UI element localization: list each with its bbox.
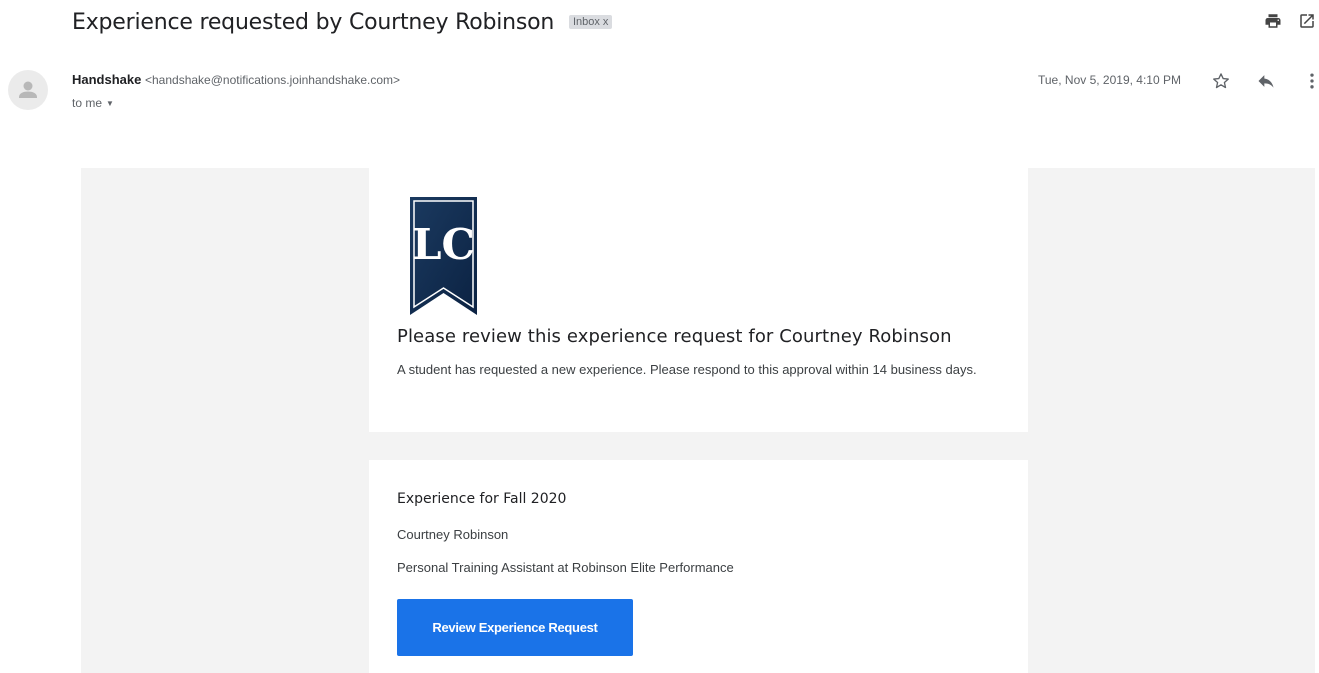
experience-title: Experience for Fall 2020 [397,491,567,507]
subject-text: Experience requested by Courtney Robinso… [72,10,555,35]
sender-info: Handshake <handshake@notifications.joinh… [72,72,400,87]
avatar[interactable] [8,70,48,110]
school-logo: LC [410,197,477,315]
sender-name[interactable]: Handshake [72,72,141,87]
caret-down-icon: ▼ [106,99,114,108]
experience-position: Personal Training Assistant at Robinson … [397,560,734,575]
request-title: Please review this experience request fo… [397,326,952,347]
star-icon[interactable] [1211,71,1231,91]
email-date: Tue, Nov 5, 2019, 4:10 PM [1038,73,1181,87]
email-subject: Experience requested by Courtney Robinso… [72,10,613,35]
printer-icon[interactable] [1264,12,1282,30]
avatar-icon [19,81,37,98]
remove-label-button[interactable]: x [603,16,609,28]
student-name: Courtney Robinson [397,527,509,542]
inbox-label-chip[interactable]: Inbox x [568,15,613,29]
request-description: A student has requested a new experience… [397,362,977,377]
recipient-details-toggle[interactable]: to me ▼ [72,96,114,110]
reply-icon[interactable] [1256,71,1276,91]
sender-email: <handshake@notifications.joinhandshake.c… [145,73,401,87]
inbox-label-text: Inbox [572,16,600,28]
review-experience-request-button[interactable]: Review Experience Request [397,599,633,656]
logo-lettering: LC [412,220,475,269]
request-summary-card: LC Please review this experience request… [369,168,1028,432]
recipient-text: to me [72,96,103,110]
experience-details-card: Experience for Fall 2020 Courtney Robins… [369,460,1028,673]
open-in-new-window-icon[interactable] [1298,12,1316,30]
more-vertical-icon[interactable] [1302,71,1319,91]
